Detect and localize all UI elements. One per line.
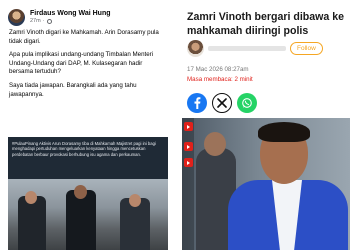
post-paragraph: Zamri Vinoth digari ke Mahkamah. Arin Do…	[9, 29, 159, 45]
post-author-name[interactable]: Firdaus Wong Wai Hung	[30, 10, 111, 18]
share-bar	[187, 93, 257, 113]
photo-head	[25, 191, 37, 204]
shared-media-card[interactable]: #PulauPinang Aktivis Arun Dorasamy tiba …	[8, 137, 168, 250]
read-time: Masa membaca: 2 minit	[187, 76, 253, 83]
photo-head	[129, 194, 141, 207]
photo-background-head	[204, 132, 226, 156]
shared-caption: #PulauPinang Aktivis Arun Dorasamy tiba …	[12, 141, 156, 157]
photo-head	[74, 185, 87, 199]
play-icon[interactable]	[184, 142, 193, 151]
author-avatar[interactable]	[8, 9, 25, 26]
whatsapp-icon	[242, 98, 252, 108]
video-strip	[182, 118, 194, 250]
follow-button[interactable]: Follow	[290, 41, 323, 55]
facebook-post-panel: Firdaus Wong Wai Hung 27m · Zamri Vinoth…	[0, 0, 175, 250]
article-datetime: 17 Mac 2026 08:27am	[187, 66, 249, 73]
reporter-avatar[interactable]	[187, 39, 204, 57]
globe-icon	[46, 19, 52, 24]
play-icon[interactable]	[184, 122, 193, 131]
post-paragraph: Saya tiada jawapan. Barangkali ada yang …	[9, 81, 137, 98]
play-icon[interactable]	[184, 158, 193, 167]
article-headline: Zamri Vinoth bergari dibawa ke mahkamah …	[187, 11, 344, 38]
article-photo[interactable]	[182, 118, 350, 250]
x-share-button[interactable]	[212, 93, 232, 113]
facebook-share-button[interactable]	[187, 93, 207, 113]
x-icon	[217, 98, 227, 108]
follow-label: Follow	[297, 44, 316, 52]
reporter-name-placeholder	[208, 45, 286, 51]
shared-photo[interactable]	[8, 179, 168, 250]
whatsapp-share-button[interactable]	[237, 93, 257, 113]
post-time[interactable]: 27m	[30, 18, 41, 25]
post-header: Firdaus Wong Wai Hung 27m ·	[8, 9, 111, 26]
photo-hair	[258, 122, 310, 142]
photo-figure	[18, 196, 46, 250]
byline: Follow	[187, 39, 347, 57]
post-meta: 27m ·	[30, 18, 111, 25]
photo-figure	[66, 190, 96, 250]
news-article-panel: Zamri Vinoth bergari dibawa ke mahkamah …	[175, 0, 350, 250]
post-body: Zamri Vinoth digari ke Mahkamah. Arin Do…	[9, 29, 167, 104]
facebook-icon	[194, 97, 201, 109]
post-paragraph: Apa pula implikasi undang-undang Timbala…	[9, 51, 154, 76]
